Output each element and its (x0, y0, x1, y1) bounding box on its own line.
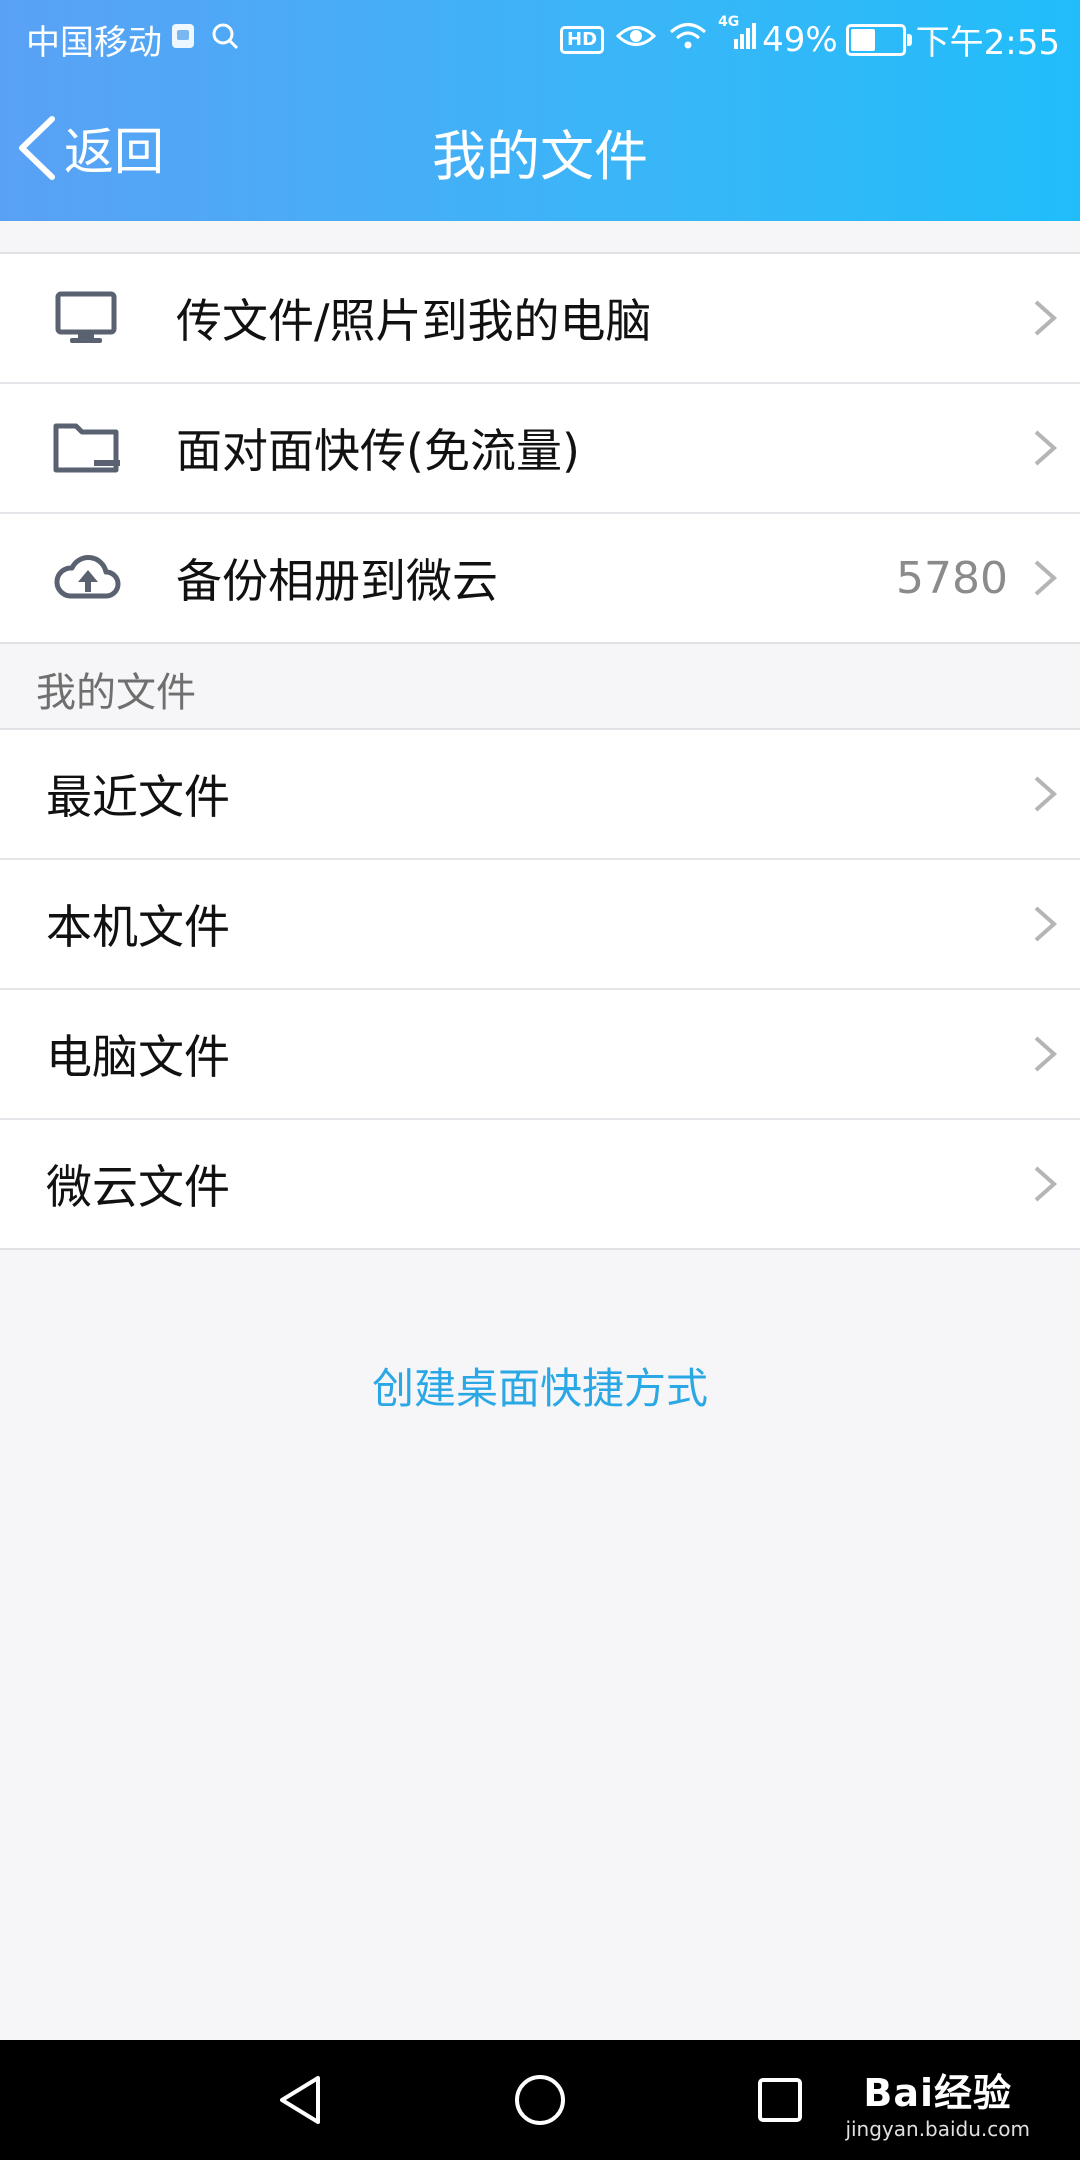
circle-home-icon (515, 2075, 565, 2125)
monitor-icon (55, 291, 117, 343)
row-face-to-face[interactable]: 面对面快传(免流量) (0, 384, 1080, 514)
signal-icon: 4G (718, 14, 757, 60)
row-local-files[interactable]: 本机文件 (0, 860, 1080, 990)
chevron-right-icon (1034, 560, 1058, 596)
status-bar: 中国移动 HD 4G 49% 下午2:55 (0, 0, 1080, 74)
header: 中国移动 HD 4G 49% 下午2:55 返回 我的文件 (0, 0, 1080, 221)
app-root: 中国移动 HD 4G 49% 下午2:55 返回 我的文件 传文件/照片到我的电… (0, 0, 1080, 2160)
triangle-back-icon (280, 2076, 320, 2124)
battery-percent: 49% (762, 19, 838, 60)
sim-card-icon (168, 20, 198, 60)
chevron-right-icon (1034, 776, 1058, 812)
hd-icon: HD (560, 25, 605, 54)
row-label: 微云文件 (46, 1160, 230, 1214)
cloud-upload-icon (54, 555, 121, 599)
create-shortcut-link[interactable]: 创建桌面快捷方式 (0, 1355, 1080, 1416)
wifi-icon (668, 20, 708, 60)
chevron-right-icon (1034, 1036, 1058, 1072)
clock: 下午2:55 (915, 23, 1060, 63)
chevron-right-icon (1034, 1166, 1058, 1202)
row-pc-files[interactable]: 电脑文件 (0, 990, 1080, 1120)
carrier-label: 中国移动 (26, 23, 162, 63)
nav-home-button[interactable] (510, 2070, 570, 2130)
chevron-right-icon (1034, 300, 1058, 336)
folder-icon (53, 423, 120, 473)
files-group: 最近文件 本机文件 电脑文件 微云文件 (0, 728, 1080, 1250)
chevron-right-icon (1034, 430, 1058, 466)
backup-count: 5780 (896, 552, 1008, 604)
network-type-label: 4G (718, 13, 740, 30)
square-recents-icon (758, 2078, 802, 2122)
row-backup-album[interactable]: 备份相册到微云 5780 (0, 514, 1080, 642)
search-icon (210, 20, 240, 60)
row-recent-files[interactable]: 最近文件 (0, 730, 1080, 860)
baidu-watermark: Bai经验 jingyan.baidu.com (845, 2062, 1030, 2141)
row-label: 最近文件 (46, 770, 230, 824)
row-weiyun-files[interactable]: 微云文件 (0, 1120, 1080, 1248)
transfer-group: 传文件/照片到我的电脑 面对面快传(免流量) 备份相册到微云 5780 (0, 252, 1080, 644)
row-label: 本机文件 (46, 900, 230, 954)
row-label: 传文件/照片到我的电脑 (176, 294, 652, 348)
chevron-right-icon (1034, 906, 1058, 942)
row-send-to-pc[interactable]: 传文件/照片到我的电脑 (0, 254, 1080, 384)
row-label: 面对面快传(免流量) (176, 424, 580, 478)
watermark-url: jingyan.baidu.com (845, 2117, 1030, 2141)
page-title: 我的文件 (432, 125, 648, 188)
nav-back-button[interactable] (272, 2070, 332, 2130)
row-label: 备份相册到微云 (176, 554, 498, 608)
section-label: 我的文件 (36, 670, 196, 716)
eye-icon (615, 20, 657, 60)
row-label: 电脑文件 (46, 1030, 230, 1084)
nav-recents-button[interactable] (750, 2070, 810, 2130)
battery-icon (845, 23, 912, 56)
watermark-brand: Bai经验 (863, 2071, 1013, 2115)
